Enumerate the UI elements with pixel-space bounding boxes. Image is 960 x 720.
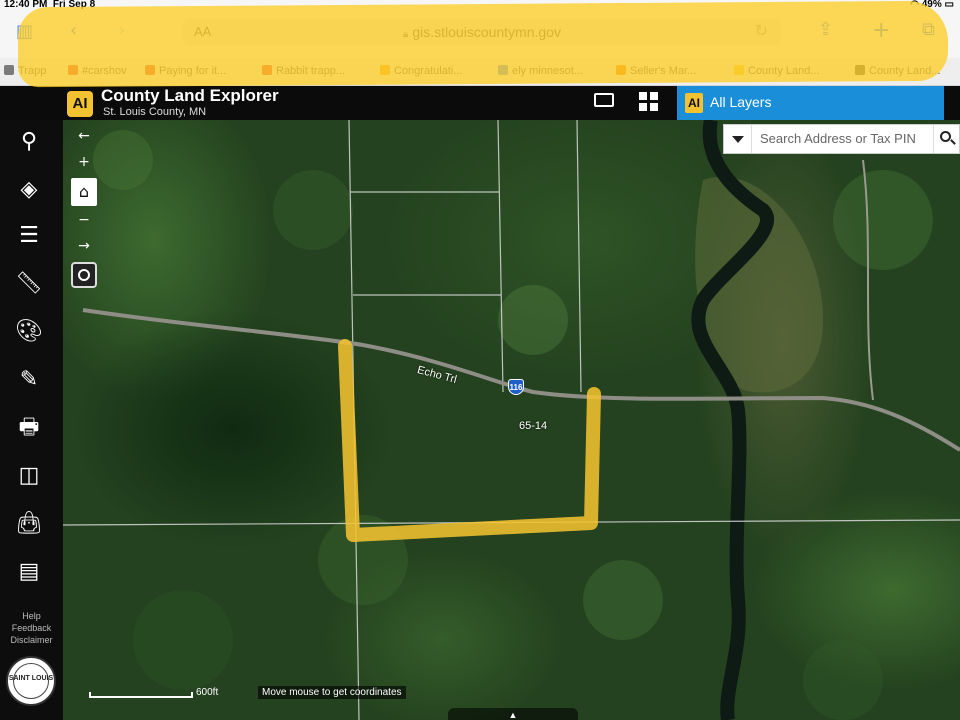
search-icon[interactable]: ⚲ bbox=[12, 126, 46, 158]
message-icon[interactable] bbox=[594, 93, 614, 107]
new-tab-icon[interactable]: + bbox=[872, 18, 890, 43]
seal-text: SAINT LOUIS bbox=[8, 675, 54, 682]
favorite-item[interactable]: Rabbit trapp... bbox=[262, 65, 345, 77]
back-arrow-icon[interactable]: ← bbox=[68, 124, 100, 148]
favorite-item[interactable]: Paying for it... bbox=[145, 65, 226, 77]
favorite-label: Seller's Mar... bbox=[630, 65, 697, 77]
lock-icon: 🔒︎ bbox=[403, 29, 409, 40]
list-icon[interactable]: ☰ bbox=[12, 220, 46, 252]
bottom-panel-handle[interactable]: ▲ bbox=[448, 708, 578, 720]
wifi-icon: ◠ bbox=[910, 0, 919, 10]
split-screen-icon[interactable]: ◫ bbox=[12, 460, 46, 492]
county-seal-logo: SAINT LOUIS bbox=[6, 656, 56, 706]
favorite-label: Trapp bbox=[18, 65, 47, 77]
forward-arrow-icon[interactable]: → bbox=[68, 234, 100, 258]
status-bar: 12:40 PM Fri Sep 8 ◠ 49% ▭ bbox=[0, 0, 960, 12]
favorite-label: ely minnesot... bbox=[512, 65, 583, 77]
favicon-icon bbox=[262, 65, 272, 75]
favorites-bar: Trapp #carshov Paying for it... Rabbit trap… bbox=[0, 58, 960, 86]
search-button[interactable] bbox=[933, 125, 959, 153]
sidebar-icon[interactable]: ▥ bbox=[16, 21, 33, 42]
zoom-in-icon[interactable]: + bbox=[68, 150, 100, 174]
url-field[interactable]: AA 🔒︎ gis.stlouiscountymn.gov ↻ bbox=[182, 18, 782, 46]
battery-percent: 49% bbox=[921, 0, 942, 10]
search-box bbox=[723, 124, 960, 154]
feedback-link[interactable]: Feedback bbox=[0, 622, 63, 634]
status-date: Fri Sep 8 bbox=[52, 0, 96, 10]
app-subtitle: St. Louis County, MN bbox=[103, 106, 207, 118]
search-type-dropdown[interactable] bbox=[724, 125, 752, 153]
url-domain: gis.stlouiscountymn.gov bbox=[412, 24, 561, 40]
route-shield: 116 bbox=[508, 379, 524, 395]
favicon-icon bbox=[616, 65, 626, 75]
favorite-item[interactable]: Seller's Mar... bbox=[616, 65, 696, 77]
status-time-date: 12:40 PM Fri Sep 8 bbox=[4, 0, 95, 10]
favicon-icon bbox=[734, 65, 744, 75]
search-input[interactable] bbox=[760, 131, 930, 146]
help-links: Help Feedback Disclaimer bbox=[0, 610, 63, 646]
draw-icon[interactable]: ✎ bbox=[12, 364, 46, 396]
forest-texture bbox=[93, 130, 933, 720]
home-icon[interactable]: ⌂ bbox=[71, 178, 97, 206]
map-view[interactable]: Echo Trl 116 65-14 ← + ⌂ − → 600ft Move … bbox=[63, 120, 960, 720]
url-text[interactable]: 🔒︎ gis.stlouiscountymn.gov bbox=[182, 24, 782, 40]
scale-label: 600ft bbox=[196, 687, 219, 698]
app-logo[interactable]: AI bbox=[67, 91, 93, 117]
palette-icon[interactable]: 🎨︎ bbox=[12, 316, 46, 348]
favicon-icon bbox=[145, 65, 155, 75]
forward-arrow-icon[interactable]: › bbox=[118, 20, 125, 41]
all-layers-tab[interactable]: AI All Layers bbox=[677, 86, 944, 120]
locate-icon[interactable] bbox=[71, 262, 97, 288]
favorite-item[interactable]: ely minnesot... bbox=[498, 65, 583, 77]
reload-icon[interactable]: ↻ bbox=[755, 21, 768, 41]
favorite-label: Paying for it... bbox=[159, 65, 227, 77]
battery-icon: ▭ bbox=[944, 0, 954, 10]
zoom-out-icon[interactable]: − bbox=[68, 208, 100, 232]
coordinates-readout: Move mouse to get coordinates bbox=[258, 686, 406, 699]
share-icon[interactable]: ⇪ bbox=[818, 19, 833, 40]
tabs-icon[interactable]: ⧉ bbox=[922, 19, 935, 40]
favicon-icon bbox=[4, 65, 14, 75]
app-title: County Land Explorer bbox=[101, 86, 279, 105]
favorite-label: Congratulati... bbox=[394, 65, 463, 77]
favorite-item[interactable]: #carshov bbox=[68, 65, 127, 77]
app-header: AI County Land Explorer St. Louis County… bbox=[0, 86, 960, 120]
all-layers-label: All Layers bbox=[710, 94, 772, 110]
favorite-label: #carshov bbox=[82, 65, 127, 77]
ruler-icon[interactable]: 📏︎ bbox=[12, 268, 46, 300]
map-features bbox=[63, 120, 960, 720]
status-right: ◠ 49% ▭ bbox=[910, 0, 954, 10]
favicon-icon bbox=[498, 65, 508, 75]
favorite-item[interactable]: Trapp bbox=[4, 65, 46, 77]
disclaimer-link[interactable]: Disclaimer bbox=[0, 634, 63, 646]
shopping-bag-icon[interactable]: 👜︎ bbox=[12, 508, 46, 540]
help-link[interactable]: Help bbox=[0, 610, 63, 622]
print-icon[interactable]: 🖶 bbox=[12, 412, 46, 444]
favorite-label: Rabbit trapp... bbox=[276, 65, 346, 77]
layers-logo: AI bbox=[685, 93, 703, 113]
browser-toolbar: ▥ ‹ › AA 🔒︎ gis.stlouiscountymn.gov ↻ ⇪ +… bbox=[0, 12, 960, 58]
layers-icon[interactable]: ◈ bbox=[12, 174, 46, 206]
favorite-label: County Land... bbox=[748, 65, 820, 77]
favicon-icon bbox=[68, 65, 78, 75]
grid-icon[interactable] bbox=[639, 92, 659, 112]
favorite-item[interactable]: County Land... bbox=[734, 65, 820, 77]
favorite-label: County Land... bbox=[869, 65, 941, 77]
parcel-label[interactable]: 65-14 bbox=[519, 420, 547, 432]
scale-bar bbox=[89, 692, 193, 698]
favorite-item[interactable]: County Land... bbox=[855, 65, 941, 77]
favorite-item[interactable]: Congratulati... bbox=[380, 65, 462, 77]
favicon-icon bbox=[855, 65, 865, 75]
status-time: 12:40 PM bbox=[4, 0, 48, 10]
legend-icon[interactable]: ▤ bbox=[12, 556, 46, 588]
favicon-icon bbox=[380, 65, 390, 75]
back-arrow-icon[interactable]: ‹ bbox=[70, 20, 77, 41]
tool-sidebar: ⚲ ◈ ☰ 📏︎ 🎨︎ ✎ 🖶 ◫ 👜︎ ▤ Help Feedback Dis… bbox=[0, 120, 63, 720]
